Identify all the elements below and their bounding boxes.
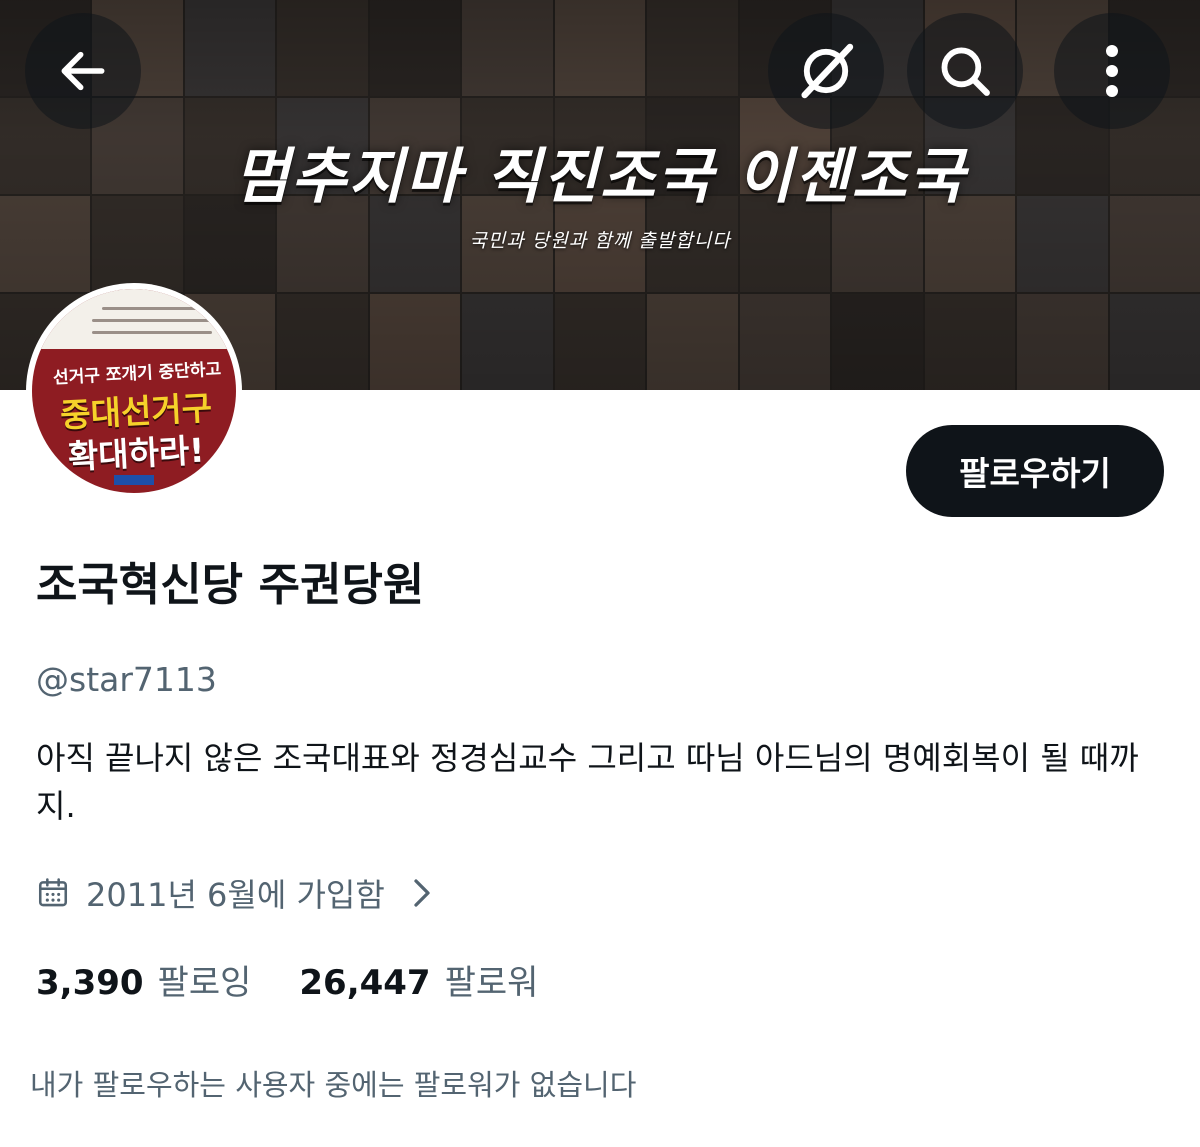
joined-date-text: 2011년 6월에 가입함	[86, 876, 385, 914]
profile-avatar[interactable]: 선거구 쪼개기 중단하고 중대선거구 확대하라!	[26, 283, 242, 499]
back-button[interactable]	[25, 13, 141, 129]
banner-title: 멈추지마 직진조국 이젠조국	[233, 142, 967, 212]
grok-slash-icon	[801, 43, 854, 99]
following-count: 3,390	[36, 963, 144, 1003]
calendar-icon	[38, 878, 68, 907]
followers-label: 팔로워	[444, 963, 539, 1003]
followed-by-text: 내가 팔로우하는 사용자 중에는 팔로워가 없습니다	[30, 1068, 637, 1102]
followers-count: 26,447	[299, 963, 431, 1003]
display-name: 조국혁신당 주권당원	[36, 558, 425, 611]
following-label: 팔로잉	[157, 963, 252, 1003]
profile-bio: 아직 끝나지 않은 조국대표와 정경심교수 그리고 따님 아드님의 명예회복이 …	[36, 739, 1139, 825]
follow-button[interactable]: 팔로우하기	[906, 425, 1164, 517]
arrow-left-icon	[61, 51, 105, 91]
avatar-text-line3: 확대하라!	[66, 430, 206, 477]
more-vertical-icon	[1106, 45, 1118, 97]
joined-date-link[interactable]: 2011년 6월에 가입함	[36, 870, 433, 916]
following-link[interactable]: 3,390 팔로잉	[36, 955, 251, 1004]
more-button[interactable]	[1054, 13, 1170, 129]
user-handle: @star7113	[36, 660, 217, 699]
followers-link[interactable]: 26,447 팔로워	[299, 955, 538, 1004]
chevron-right-icon	[414, 879, 430, 907]
banner-subtitle: 국민과 당원과 함께 출발합니다	[469, 230, 731, 252]
follow-stats: 3,390 팔로잉 26,447 팔로워	[36, 955, 538, 1004]
party-logo-badge	[114, 475, 154, 485]
grok-button[interactable]	[768, 13, 884, 129]
search-icon	[941, 47, 990, 96]
search-button[interactable]	[907, 13, 1023, 129]
